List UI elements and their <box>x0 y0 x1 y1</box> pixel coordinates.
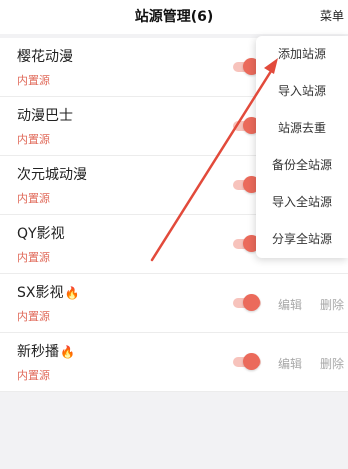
fire-icon: 🔥 <box>60 345 75 359</box>
source-toggle[interactable] <box>233 353 263 370</box>
dropdown-menu: 添加站源 导入站源 站源去重 备份全站源 导入全站源 分享全站源 <box>256 36 348 258</box>
source-name: QY影视 <box>17 226 65 242</box>
edit-button[interactable]: 编辑 <box>278 296 302 313</box>
menu-item-import-all[interactable]: 导入全站源 <box>256 184 348 221</box>
source-name: 新秒播🔥 <box>17 344 75 360</box>
source-name: 次元城动漫 <box>17 167 87 183</box>
source-name: 樱花动漫 <box>17 49 73 65</box>
menu-item-dedupe-sources[interactable]: 站源去重 <box>256 110 348 147</box>
source-tag: 内置源 <box>17 310 50 323</box>
source-row: SX影视🔥 内置源 编辑 删除 <box>0 274 348 333</box>
edit-button[interactable]: 编辑 <box>278 355 302 372</box>
menu-item-share-all[interactable]: 分享全站源 <box>256 221 348 258</box>
source-tag: 内置源 <box>17 251 50 264</box>
menu-button[interactable]: 菜单 <box>320 7 344 24</box>
source-tag: 内置源 <box>17 369 50 382</box>
source-name: 动漫巴士 <box>17 108 73 124</box>
source-tag: 内置源 <box>17 192 50 205</box>
source-toggle[interactable] <box>233 294 263 311</box>
source-row: 新秒播🔥 内置源 编辑 删除 <box>0 333 348 392</box>
source-tag: 内置源 <box>17 74 50 87</box>
menu-item-add-source[interactable]: 添加站源 <box>256 36 348 73</box>
delete-button[interactable]: 删除 <box>320 355 344 372</box>
top-bar: 站源管理(6) 菜单 <box>0 0 348 34</box>
delete-button[interactable]: 删除 <box>320 296 344 313</box>
menu-item-backup-all[interactable]: 备份全站源 <box>256 147 348 184</box>
page-title: 站源管理(6) <box>134 9 214 25</box>
source-name: SX影视🔥 <box>17 285 80 301</box>
source-tag: 内置源 <box>17 133 50 146</box>
menu-item-import-source[interactable]: 导入站源 <box>256 73 348 110</box>
fire-icon: 🔥 <box>64 286 80 300</box>
